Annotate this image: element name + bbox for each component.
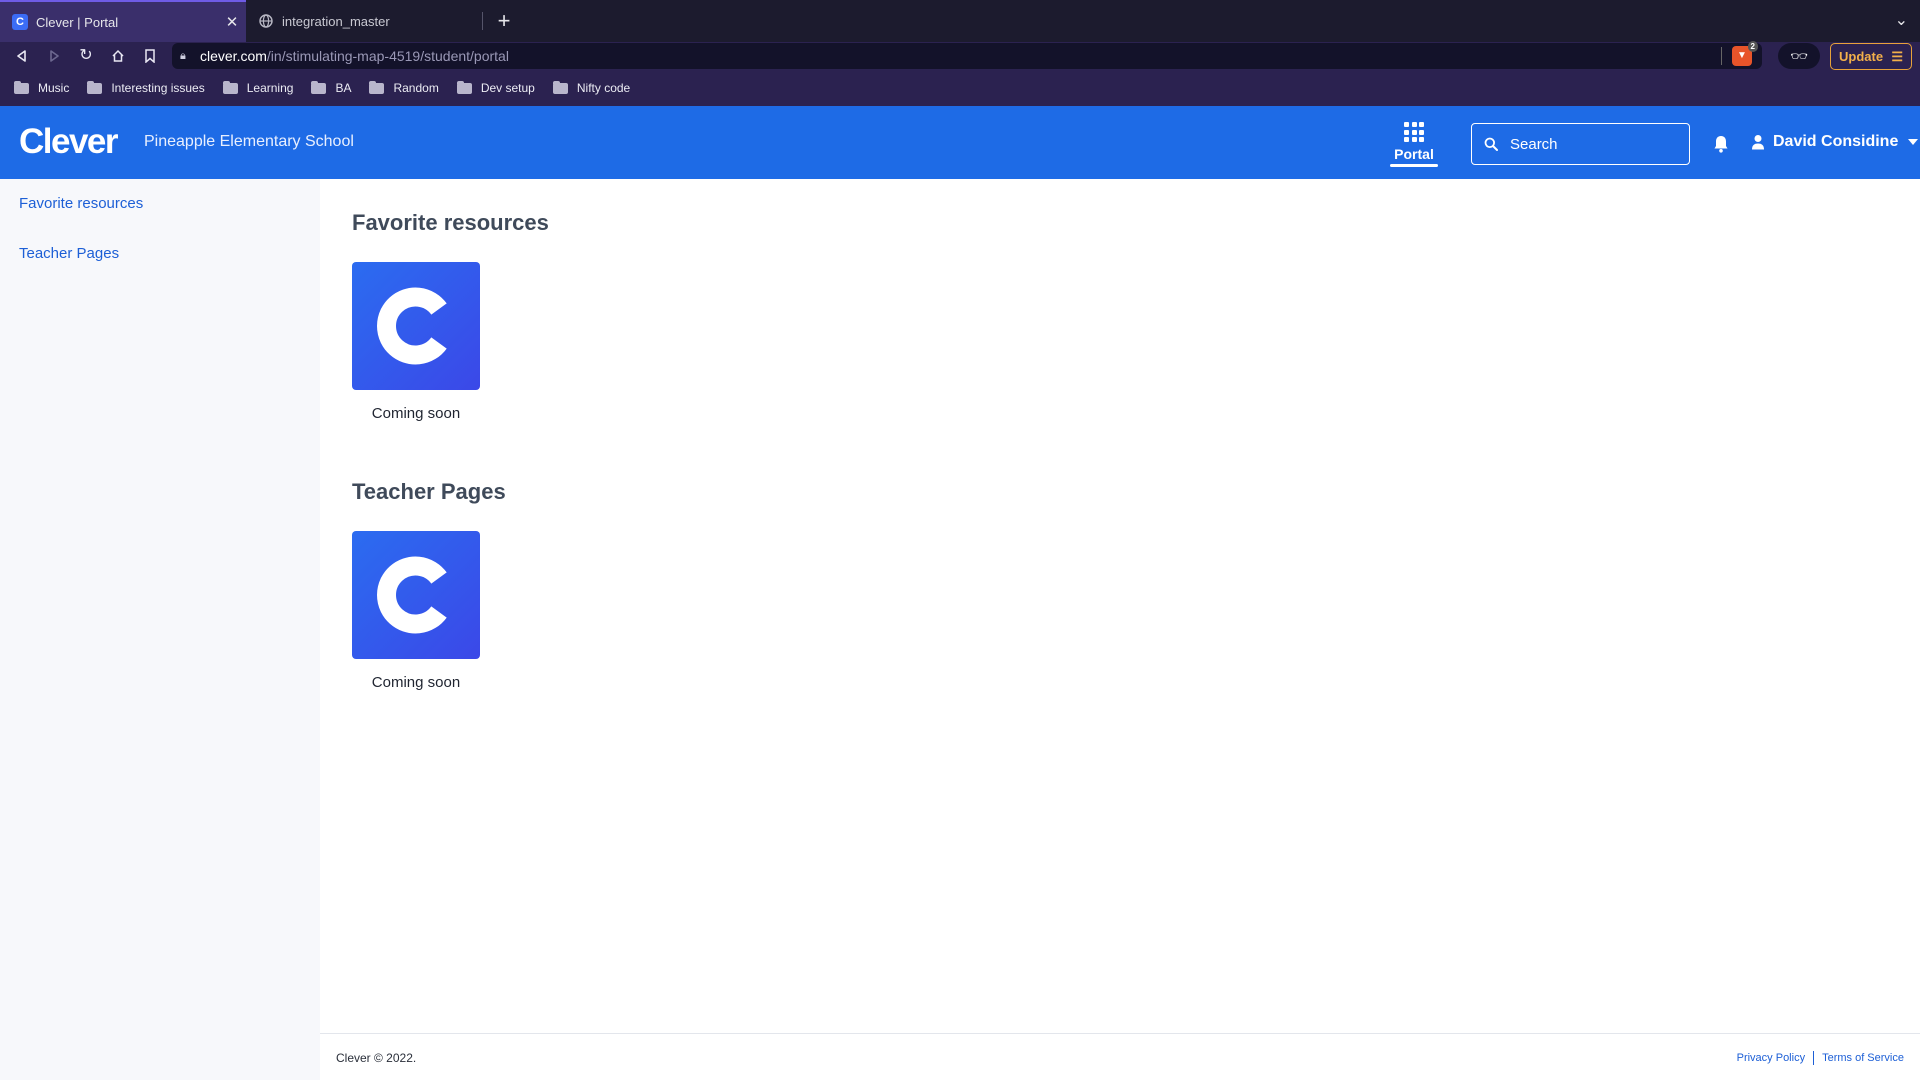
- tab-title: integration_master: [282, 13, 390, 29]
- resource-tile[interactable]: [352, 262, 480, 390]
- bookmark-nifty-code[interactable]: Nifty code: [552, 80, 630, 95]
- folder-icon: [311, 80, 327, 94]
- address-bar[interactable]: 🔒︎ clever.com/in/stimulating-map-4519/st…: [172, 41, 1762, 69]
- clever-logo[interactable]: Clever: [19, 122, 119, 162]
- chevron-down-icon[interactable]: ⌄: [1895, 10, 1908, 30]
- footer: Clever © 2022. Privacy Policy Terms of S…: [320, 1033, 1920, 1080]
- folder-icon: [222, 80, 238, 94]
- user-name: David Considine: [1773, 133, 1899, 150]
- tab-clever-portal[interactable]: C Clever | Portal ✕: [0, 0, 246, 42]
- folder-icon: [87, 80, 103, 94]
- bookmarks-bar: Music Interesting issues Learning BA Ran…: [0, 70, 1920, 106]
- new-tab-button[interactable]: +: [492, 8, 516, 34]
- portal-nav-button[interactable]: Portal: [1390, 122, 1438, 167]
- bell-icon[interactable]: [1712, 134, 1730, 154]
- bookmark-dev-setup[interactable]: Dev setup: [456, 80, 535, 95]
- resource-tile[interactable]: [352, 531, 480, 659]
- copyright-text: Clever © 2022.: [336, 1051, 417, 1065]
- tab-title: Clever | Portal: [36, 14, 119, 30]
- private-glasses-icon[interactable]: 👓︎: [1778, 43, 1820, 69]
- browser-tab-bar: C Clever | Portal ✕ integration_master +…: [0, 0, 1920, 42]
- grid-icon: [1404, 122, 1424, 142]
- update-button[interactable]: Update ☰: [1830, 43, 1912, 70]
- footer-links: Privacy Policy Terms of Service: [1737, 1051, 1904, 1065]
- portal-label: Portal: [1394, 146, 1434, 162]
- divider: [1721, 47, 1722, 65]
- menu-icon: ☰: [1891, 48, 1903, 64]
- tile-label[interactable]: Coming soon: [352, 405, 480, 422]
- section-title-favorite-resources: Favorite resources: [352, 210, 549, 235]
- search-icon: [1484, 137, 1498, 151]
- school-name: Pineapple Elementary School: [144, 133, 354, 150]
- home-icon[interactable]: [106, 44, 130, 68]
- tab-divider: [482, 12, 483, 30]
- browser-toolbar: ↻ 🔒︎ clever.com/in/stimulating-map-4519/…: [0, 41, 1920, 70]
- tab-integration-master[interactable]: integration_master: [246, 0, 482, 42]
- privacy-policy-link[interactable]: Privacy Policy: [1737, 1052, 1805, 1064]
- user-icon: [1752, 135, 1764, 150]
- tile-label[interactable]: Coming soon: [352, 674, 480, 691]
- sidebar-item-favorite-resources[interactable]: Favorite resources: [19, 195, 143, 212]
- folder-icon: [456, 80, 472, 94]
- sidebar-item-teacher-pages[interactable]: Teacher Pages: [19, 245, 119, 262]
- globe-icon: [258, 13, 274, 29]
- reload-icon[interactable]: ↻: [74, 44, 98, 68]
- terms-of-service-link[interactable]: Terms of Service: [1822, 1052, 1904, 1064]
- folder-icon: [552, 80, 568, 94]
- bookmark-music[interactable]: Music: [14, 80, 69, 95]
- close-tab-icon[interactable]: ✕: [218, 13, 246, 31]
- bookmark-learning[interactable]: Learning: [222, 80, 293, 95]
- brave-shield-icon[interactable]: ▼ 2: [1732, 41, 1758, 66]
- active-indicator: [1390, 164, 1438, 167]
- user-menu[interactable]: David Considine: [1751, 133, 1919, 151]
- bookmark-icon[interactable]: [138, 44, 162, 68]
- section-title-teacher-pages: Teacher Pages: [352, 479, 506, 504]
- main-content: Favorite resources Coming soon Teacher P…: [320, 179, 1920, 1080]
- search-input[interactable]: Search: [1471, 123, 1690, 165]
- forward-icon[interactable]: [42, 44, 66, 68]
- folder-icon: [14, 80, 29, 94]
- search-placeholder: Search: [1510, 135, 1558, 153]
- lock-icon: 🔒︎: [180, 49, 186, 62]
- back-icon[interactable]: [10, 44, 34, 68]
- divider: [1813, 1051, 1815, 1065]
- bookmark-ba[interactable]: BA: [311, 80, 351, 95]
- bookmark-random[interactable]: Random: [369, 80, 439, 95]
- caret-down-icon: [1908, 139, 1919, 145]
- clever-favicon-icon: C: [12, 14, 28, 30]
- clever-c-icon: [377, 556, 447, 634]
- bookmark-interesting-issues[interactable]: Interesting issues: [87, 80, 205, 95]
- app-header: Clever Pineapple Elementary School Porta…: [0, 106, 1920, 179]
- folder-icon: [369, 80, 385, 94]
- sidebar: Favorite resources Teacher Pages: [0, 179, 320, 1080]
- clever-c-icon: [377, 287, 447, 365]
- url-text: clever.com/in/stimulating-map-4519/stude…: [200, 48, 509, 64]
